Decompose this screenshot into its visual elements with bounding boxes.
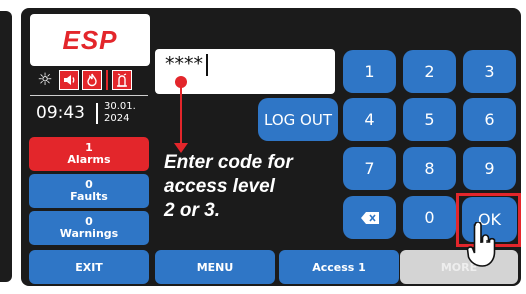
key-1[interactable]: 1 <box>343 50 396 93</box>
key-0[interactable]: 0 <box>403 196 456 239</box>
annotation-arrow-line <box>180 80 182 145</box>
fire-alarm-icon <box>112 70 132 90</box>
annotation-arrow-head <box>174 143 188 153</box>
logout-button[interactable]: LOG OUT <box>258 98 338 141</box>
key-3[interactable]: 3 <box>463 50 516 93</box>
backspace-button[interactable] <box>343 196 396 239</box>
instruction-text: Enter code for access level 2 or 3. <box>164 151 293 223</box>
status-separator <box>106 70 108 90</box>
exit-button[interactable]: EXIT <box>29 250 149 284</box>
menu-button[interactable]: MENU <box>155 250 275 284</box>
alarms-button[interactable]: 1 Alarms <box>29 137 149 171</box>
date-year: 2024 <box>104 113 130 124</box>
instruction-line-3: 2 or 3. <box>164 200 220 221</box>
hand-pointer-icon <box>466 222 496 267</box>
key-6[interactable]: 6 <box>463 98 516 141</box>
instruction-line-2: access level <box>164 176 275 197</box>
access-level-button[interactable]: Access 1 <box>279 250 399 284</box>
key-2[interactable]: 2 <box>403 50 456 93</box>
clock-time: 09:43 <box>36 103 85 123</box>
instruction-line-1: Enter code for <box>164 152 293 173</box>
clock-date: 30.01. 2024 <box>104 101 136 125</box>
key-4[interactable]: 4 <box>343 98 396 141</box>
faults-label: Faults <box>70 190 108 203</box>
status-divider <box>30 95 148 96</box>
access-code-value: **** <box>165 53 203 75</box>
annotation-arrow-dot <box>175 76 187 88</box>
speaker-icon <box>59 70 79 90</box>
key-9[interactable]: 9 <box>463 147 516 190</box>
adjacent-panel-edge <box>0 11 12 282</box>
fire-icon <box>82 70 102 90</box>
faults-button[interactable]: 0 Faults <box>29 174 149 208</box>
text-cursor <box>206 54 208 76</box>
sun-icon: ☼ <box>37 70 53 90</box>
esp-logo: ESP <box>30 14 150 66</box>
key-8[interactable]: 8 <box>403 147 456 190</box>
backspace-icon <box>360 211 379 224</box>
alarms-label: Alarms <box>67 153 111 166</box>
key-5[interactable]: 5 <box>403 98 456 141</box>
key-7[interactable]: 7 <box>343 147 396 190</box>
warnings-label: Warnings <box>59 227 119 240</box>
status-icons: ☼ <box>34 70 132 90</box>
warnings-button[interactable]: 0 Warnings <box>29 211 149 245</box>
more-button: MORE <box>400 250 518 284</box>
logo-text: ESP <box>62 24 118 55</box>
time-date-separator <box>96 103 98 124</box>
date-day-month: 30.01. <box>104 101 136 112</box>
